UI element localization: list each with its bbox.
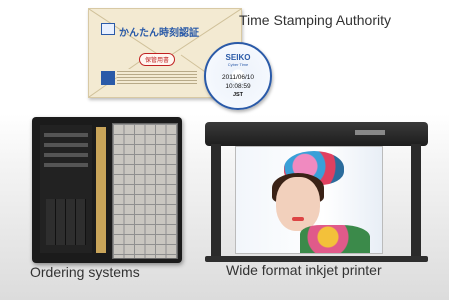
terminal-keypad <box>46 199 86 245</box>
printed-poster <box>235 146 383 254</box>
label-ordering-systems: Ordering systems <box>30 264 140 280</box>
label-time-stamping-authority: Time Stamping Authority <box>239 12 391 28</box>
poster-face <box>276 177 320 231</box>
timestamp-disc: SEIKO Cyber Time 2011/06/10 10:08:59 JST <box>204 42 272 110</box>
envelope-fine-print <box>117 69 197 85</box>
terminal-hinge <box>96 127 106 253</box>
printer-stand-left <box>211 144 221 259</box>
disc-brand: SEIKO <box>225 53 251 62</box>
poster-lips <box>292 217 304 221</box>
ordering-terminal-image <box>32 117 182 263</box>
envelope-logo-icon <box>101 23 115 35</box>
printer-head-unit <box>205 122 428 146</box>
wide-format-printer-image <box>205 122 428 262</box>
envelope-emblem-icon <box>101 71 115 85</box>
disc-subtitle: Cyber Time <box>227 62 249 67</box>
label-wide-format-printer: Wide format inkjet printer <box>226 262 382 278</box>
terminal-order-sheet <box>112 123 178 259</box>
panel-row <box>44 153 88 157</box>
terminal-left-panel <box>40 125 92 253</box>
panel-row <box>44 163 88 167</box>
disc-date: 2011/06/10 <box>221 74 255 81</box>
disc-time: 10:08:59 <box>225 83 251 90</box>
panel-row <box>44 133 88 137</box>
panel-row <box>44 143 88 147</box>
printer-logo <box>355 130 385 135</box>
envelope-stamp: 保管用書 <box>139 53 176 66</box>
envelope-title: かんたん時刻認証 <box>119 28 199 39</box>
printer-stand-right <box>411 144 421 259</box>
poster-collar <box>300 225 370 253</box>
disc-timezone: JST <box>232 92 244 98</box>
